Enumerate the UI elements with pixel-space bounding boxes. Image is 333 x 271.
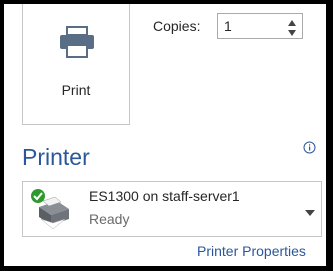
printer-dropdown[interactable]: ES1300 on staff-server1 Ready <box>22 181 322 237</box>
printer-properties-link[interactable]: Printer Properties <box>197 243 306 259</box>
print-button-label: Print <box>61 82 91 98</box>
printer-ready-icon <box>27 187 71 236</box>
copies-decrement-button[interactable] <box>285 26 299 37</box>
copies-label: Copies: <box>153 18 201 34</box>
printer-section-title: Printer <box>22 144 90 170</box>
copies-value[interactable]: 1 <box>224 18 232 34</box>
printer-icon <box>59 26 95 63</box>
selected-printer-name: ES1300 on staff-server1 <box>89 188 240 204</box>
copies-stepper[interactable]: 1 <box>217 13 303 39</box>
info-icon[interactable] <box>303 141 316 159</box>
print-panel: Print Copies: 1 Printer ES1300 on staff-… <box>4 4 326 266</box>
selected-printer-status: Ready <box>89 211 130 227</box>
copies-increment-button[interactable] <box>285 15 299 26</box>
chevron-down-icon[interactable] <box>305 204 315 222</box>
print-button[interactable]: Print <box>22 4 130 125</box>
